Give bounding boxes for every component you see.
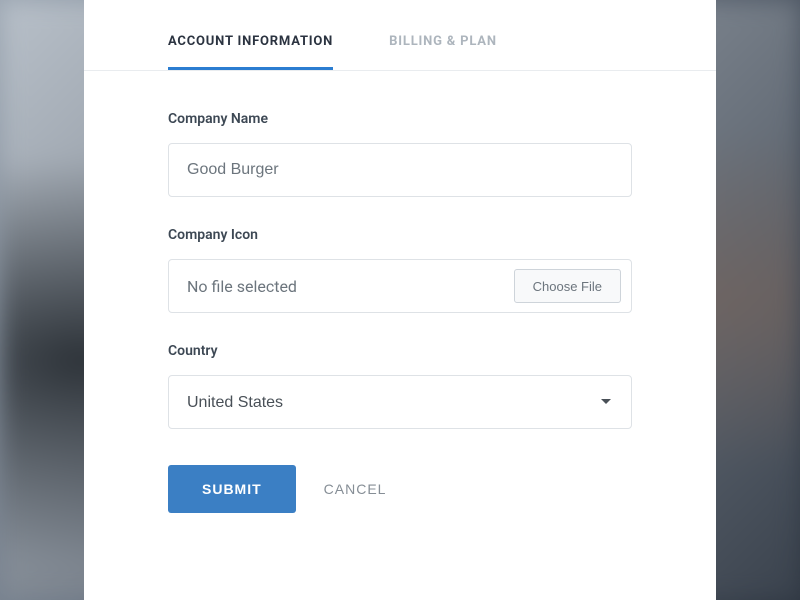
company-icon-file-input[interactable]: No file selected Choose File — [168, 259, 632, 313]
account-modal: ACCOUNT INFORMATION BILLING & PLAN Compa… — [84, 0, 716, 600]
cancel-button[interactable]: CANCEL — [324, 481, 387, 497]
field-company-name: Company Name — [168, 111, 632, 197]
tab-billing-plan[interactable]: BILLING & PLAN — [389, 0, 497, 70]
company-name-label: Company Name — [168, 111, 632, 127]
tab-bar: ACCOUNT INFORMATION BILLING & PLAN — [84, 0, 716, 71]
country-select[interactable]: United States — [168, 375, 632, 429]
choose-file-button[interactable]: Choose File — [514, 269, 621, 303]
account-form: Company Name Company Icon No file select… — [84, 71, 716, 513]
form-actions: SUBMIT CANCEL — [168, 465, 632, 513]
field-country: Country United States — [168, 343, 632, 429]
country-label: Country — [168, 343, 632, 359]
field-company-icon: Company Icon No file selected Choose Fil… — [168, 227, 632, 313]
tab-account-information[interactable]: ACCOUNT INFORMATION — [168, 0, 333, 70]
submit-button[interactable]: SUBMIT — [168, 465, 296, 513]
company-icon-label: Company Icon — [168, 227, 632, 243]
file-status-text: No file selected — [187, 277, 297, 296]
company-name-input[interactable] — [168, 143, 632, 197]
